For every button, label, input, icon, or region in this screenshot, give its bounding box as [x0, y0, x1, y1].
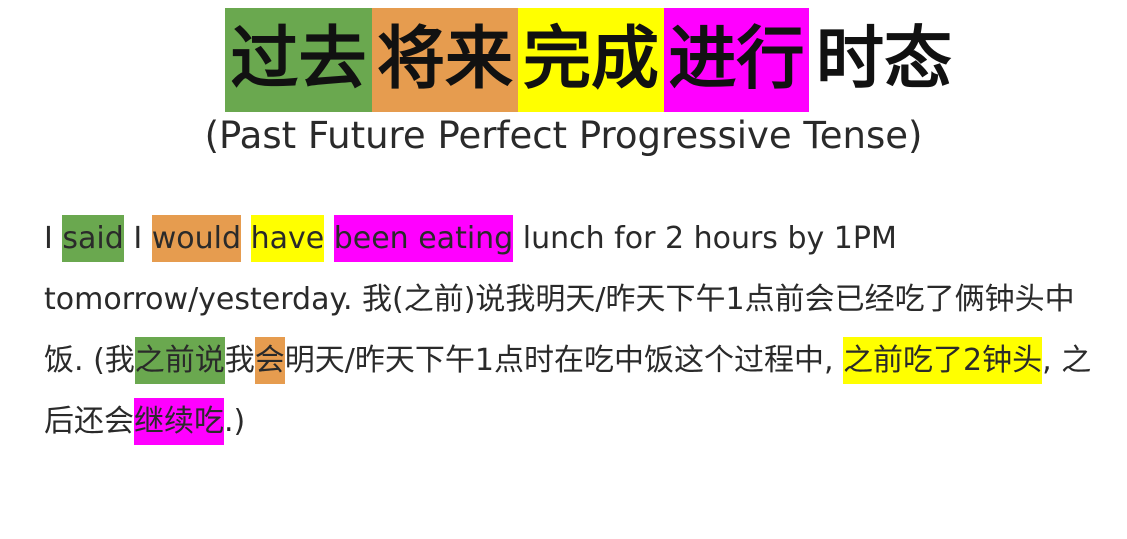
- text-run: [324, 221, 334, 256]
- text-run: 我: [224, 343, 255, 378]
- example-paragraph: I said I would have been eating lunch fo…: [44, 208, 1114, 452]
- highlight-hui: 会: [254, 337, 285, 384]
- subtitle: (Past Future Perfect Progressive Tense): [204, 114, 923, 157]
- highlight-have: have: [250, 215, 325, 262]
- highlight-been-eating: been eating: [333, 215, 514, 262]
- text-run: I: [44, 221, 63, 256]
- title-segment-past: 过去: [225, 8, 372, 112]
- title-segment-future: 将来: [372, 8, 518, 112]
- highlight-zhiqian-chile: 之前吃了2钟头: [843, 337, 1043, 384]
- highlight-said: said: [62, 215, 124, 262]
- title-segment-perfect: 完成: [518, 8, 664, 112]
- highlight-would: would: [151, 215, 242, 262]
- title-segment-progressive: 进行: [664, 8, 809, 112]
- text-run: [241, 221, 251, 256]
- text-run: .): [224, 404, 246, 439]
- title-segment-tense: 时态: [815, 20, 952, 99]
- text-run: 明天/昨天下午1点时在吃中饭这个过程中,: [284, 343, 844, 378]
- title: 过去 将来 完成 进行 时态: [225, 8, 959, 112]
- text-run: I: [123, 221, 152, 256]
- highlight-jixuchi: 继续吃: [134, 398, 224, 445]
- highlight-zhiqianshuo: 之前说: [134, 337, 225, 384]
